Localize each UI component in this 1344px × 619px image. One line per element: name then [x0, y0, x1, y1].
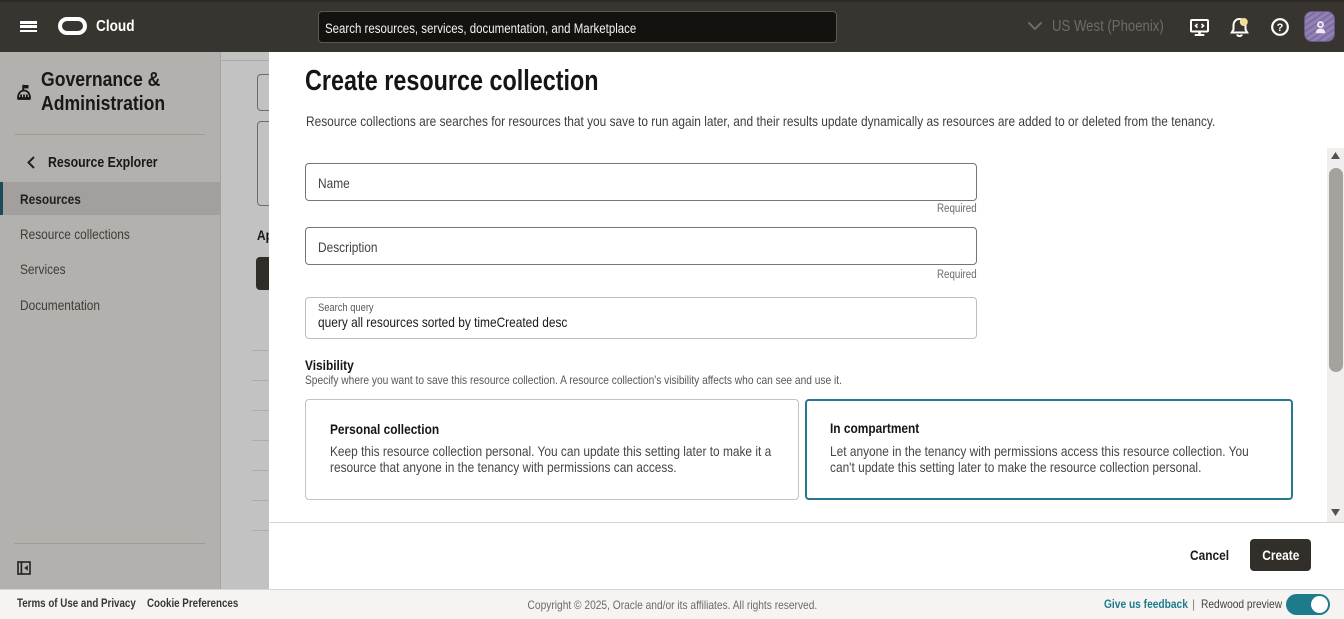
svg-text:?: ?: [1277, 22, 1284, 34]
